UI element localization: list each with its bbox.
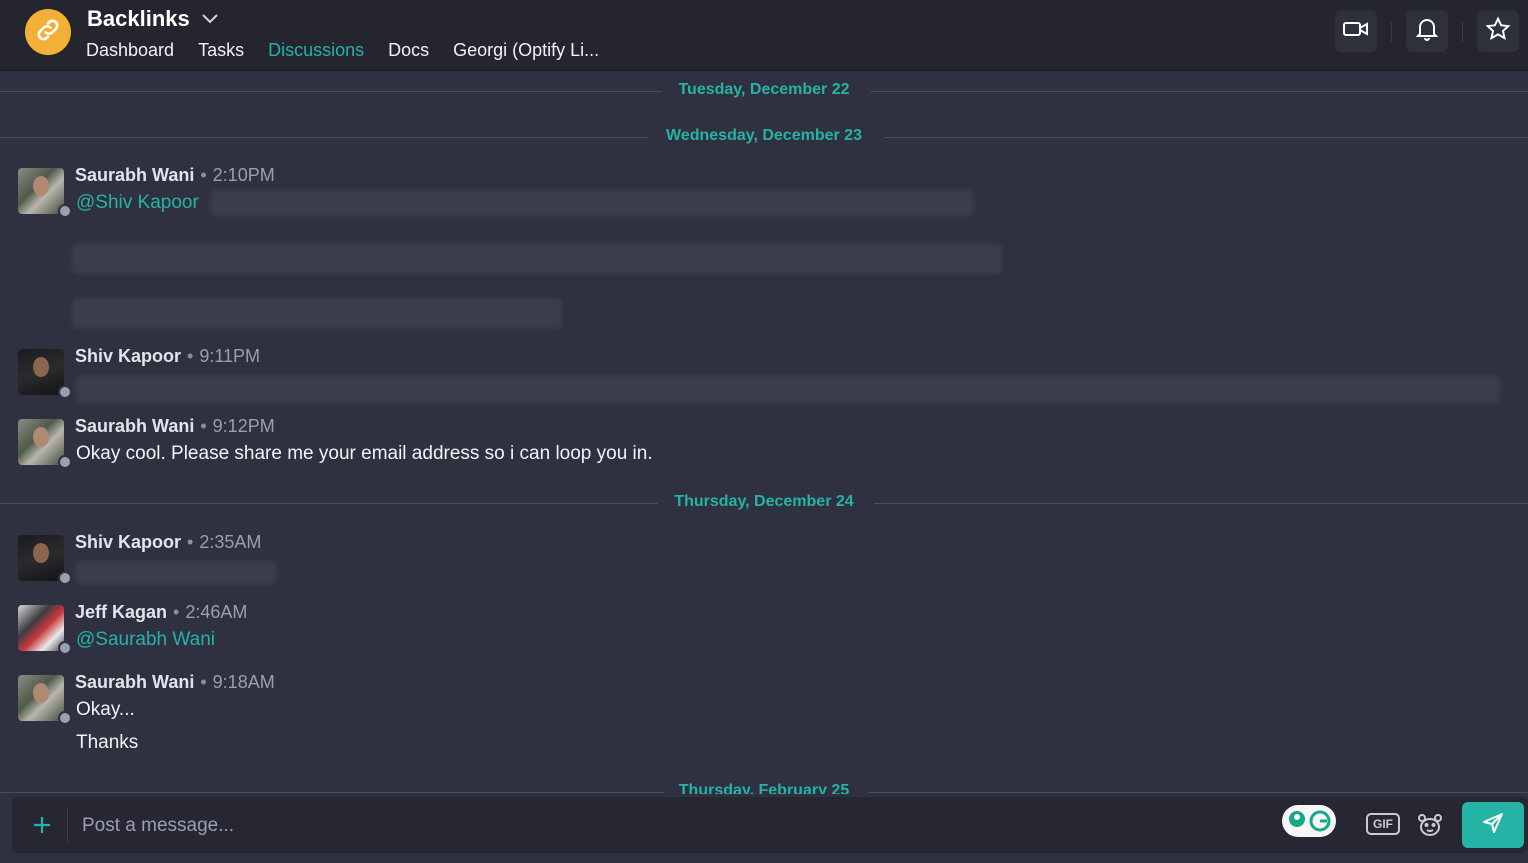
- message-time: 9:12PM: [212, 416, 275, 436]
- meta-separator: •: [187, 346, 194, 366]
- message-author[interactable]: Saurabh Wani: [75, 672, 194, 692]
- favorite-button[interactable]: [1477, 10, 1519, 52]
- message-composer: GIF: [12, 797, 1528, 853]
- meta-separator: •: [200, 416, 207, 436]
- tab-dashboard[interactable]: Dashboard: [86, 40, 174, 61]
- header-separator: [1462, 22, 1463, 42]
- video-call-icon: [1342, 19, 1370, 44]
- header-separator: [1391, 22, 1392, 42]
- message-time: 2:10PM: [212, 165, 275, 185]
- grammarly-widget[interactable]: [1282, 805, 1336, 837]
- presence-dot: [58, 571, 72, 585]
- video-call-button[interactable]: [1335, 10, 1377, 52]
- date-divider-label: Wednesday, December 23: [654, 127, 874, 144]
- blurred-text: [210, 190, 974, 216]
- message-author[interactable]: Shiv Kapoor: [75, 346, 181, 366]
- user-mention[interactable]: @Saurabh Wani: [76, 629, 215, 650]
- message-author[interactable]: Saurabh Wani: [75, 416, 194, 436]
- avatar[interactable]: [18, 168, 64, 214]
- presence-dot: [58, 385, 72, 399]
- blurred-text: [72, 298, 562, 328]
- gif-button[interactable]: GIF: [1366, 813, 1400, 835]
- tab-georgi[interactable]: Georgi (Optify Li...: [453, 40, 599, 61]
- send-button[interactable]: [1462, 802, 1524, 848]
- avatar[interactable]: [18, 675, 64, 721]
- date-divider: Thursday, December 24: [0, 493, 1528, 513]
- meta-separator: •: [200, 672, 207, 692]
- date-divider-label: Thursday, December 24: [662, 493, 866, 510]
- bell-icon: [1415, 17, 1439, 46]
- project-logo[interactable]: [25, 9, 71, 55]
- tab-discussions[interactable]: Discussions: [268, 40, 364, 61]
- message-author[interactable]: Jeff Kagan: [75, 602, 167, 622]
- grammarly-icon: [1282, 810, 1336, 841]
- meta-separator: •: [173, 602, 180, 622]
- send-icon: [1481, 811, 1505, 840]
- blurred-text: [76, 375, 1500, 403]
- link-icon: [34, 16, 62, 49]
- message-text: Thanks: [76, 732, 139, 753]
- chevron-down-icon: [200, 12, 220, 26]
- top-header: Backlinks Dashboard Tasks Discussions Do…: [0, 0, 1528, 71]
- message-author[interactable]: Shiv Kapoor: [75, 532, 181, 552]
- message-time: 9:11PM: [199, 346, 261, 366]
- avatar[interactable]: [18, 349, 64, 395]
- emoji-button[interactable]: [1416, 811, 1444, 839]
- presence-dot: [58, 204, 72, 218]
- message-text: Okay...: [76, 699, 135, 720]
- meta-separator: •: [200, 165, 207, 185]
- tab-tasks[interactable]: Tasks: [198, 40, 244, 61]
- presence-dot: [58, 711, 72, 725]
- date-divider-label: Thursday, February 25: [666, 782, 862, 794]
- message-time: 9:18AM: [212, 672, 275, 692]
- date-divider: Tuesday, December 22: [0, 81, 1528, 101]
- message-text: Okay cool. Please share me your email ad…: [76, 443, 653, 464]
- message-input[interactable]: [80, 805, 1264, 847]
- presence-dot: [58, 641, 72, 655]
- date-divider-label: Tuesday, December 22: [666, 81, 862, 98]
- message-author[interactable]: Saurabh Wani: [75, 165, 194, 185]
- attach-button[interactable]: [30, 813, 54, 837]
- tab-docs[interactable]: Docs: [388, 40, 429, 61]
- star-icon: [1485, 15, 1511, 47]
- avatar[interactable]: [18, 419, 64, 465]
- presence-dot: [58, 455, 72, 469]
- project-nav: Dashboard Tasks Discussions Docs Georgi …: [86, 40, 623, 61]
- blurred-text: [76, 561, 276, 585]
- plus-icon: [34, 817, 50, 833]
- blurred-text: [72, 244, 1002, 274]
- project-title: Backlinks: [87, 6, 190, 31]
- meta-separator: •: [187, 532, 194, 552]
- notifications-button[interactable]: [1406, 10, 1448, 52]
- composer-separator: [67, 807, 68, 843]
- discussion-feed[interactable]: Tuesday, December 22 Wednesday, December…: [0, 71, 1528, 794]
- project-switcher[interactable]: Backlinks: [87, 6, 220, 32]
- date-divider: Wednesday, December 23: [0, 127, 1528, 147]
- date-divider: Thursday, February 25: [0, 782, 1528, 794]
- message-time: 2:35AM: [199, 532, 262, 552]
- avatar[interactable]: [18, 535, 64, 581]
- user-mention[interactable]: @Shiv Kapoor: [76, 192, 199, 213]
- bear-emoji-icon: [1418, 814, 1442, 836]
- message-time: 2:46AM: [185, 602, 248, 622]
- avatar[interactable]: [18, 605, 64, 651]
